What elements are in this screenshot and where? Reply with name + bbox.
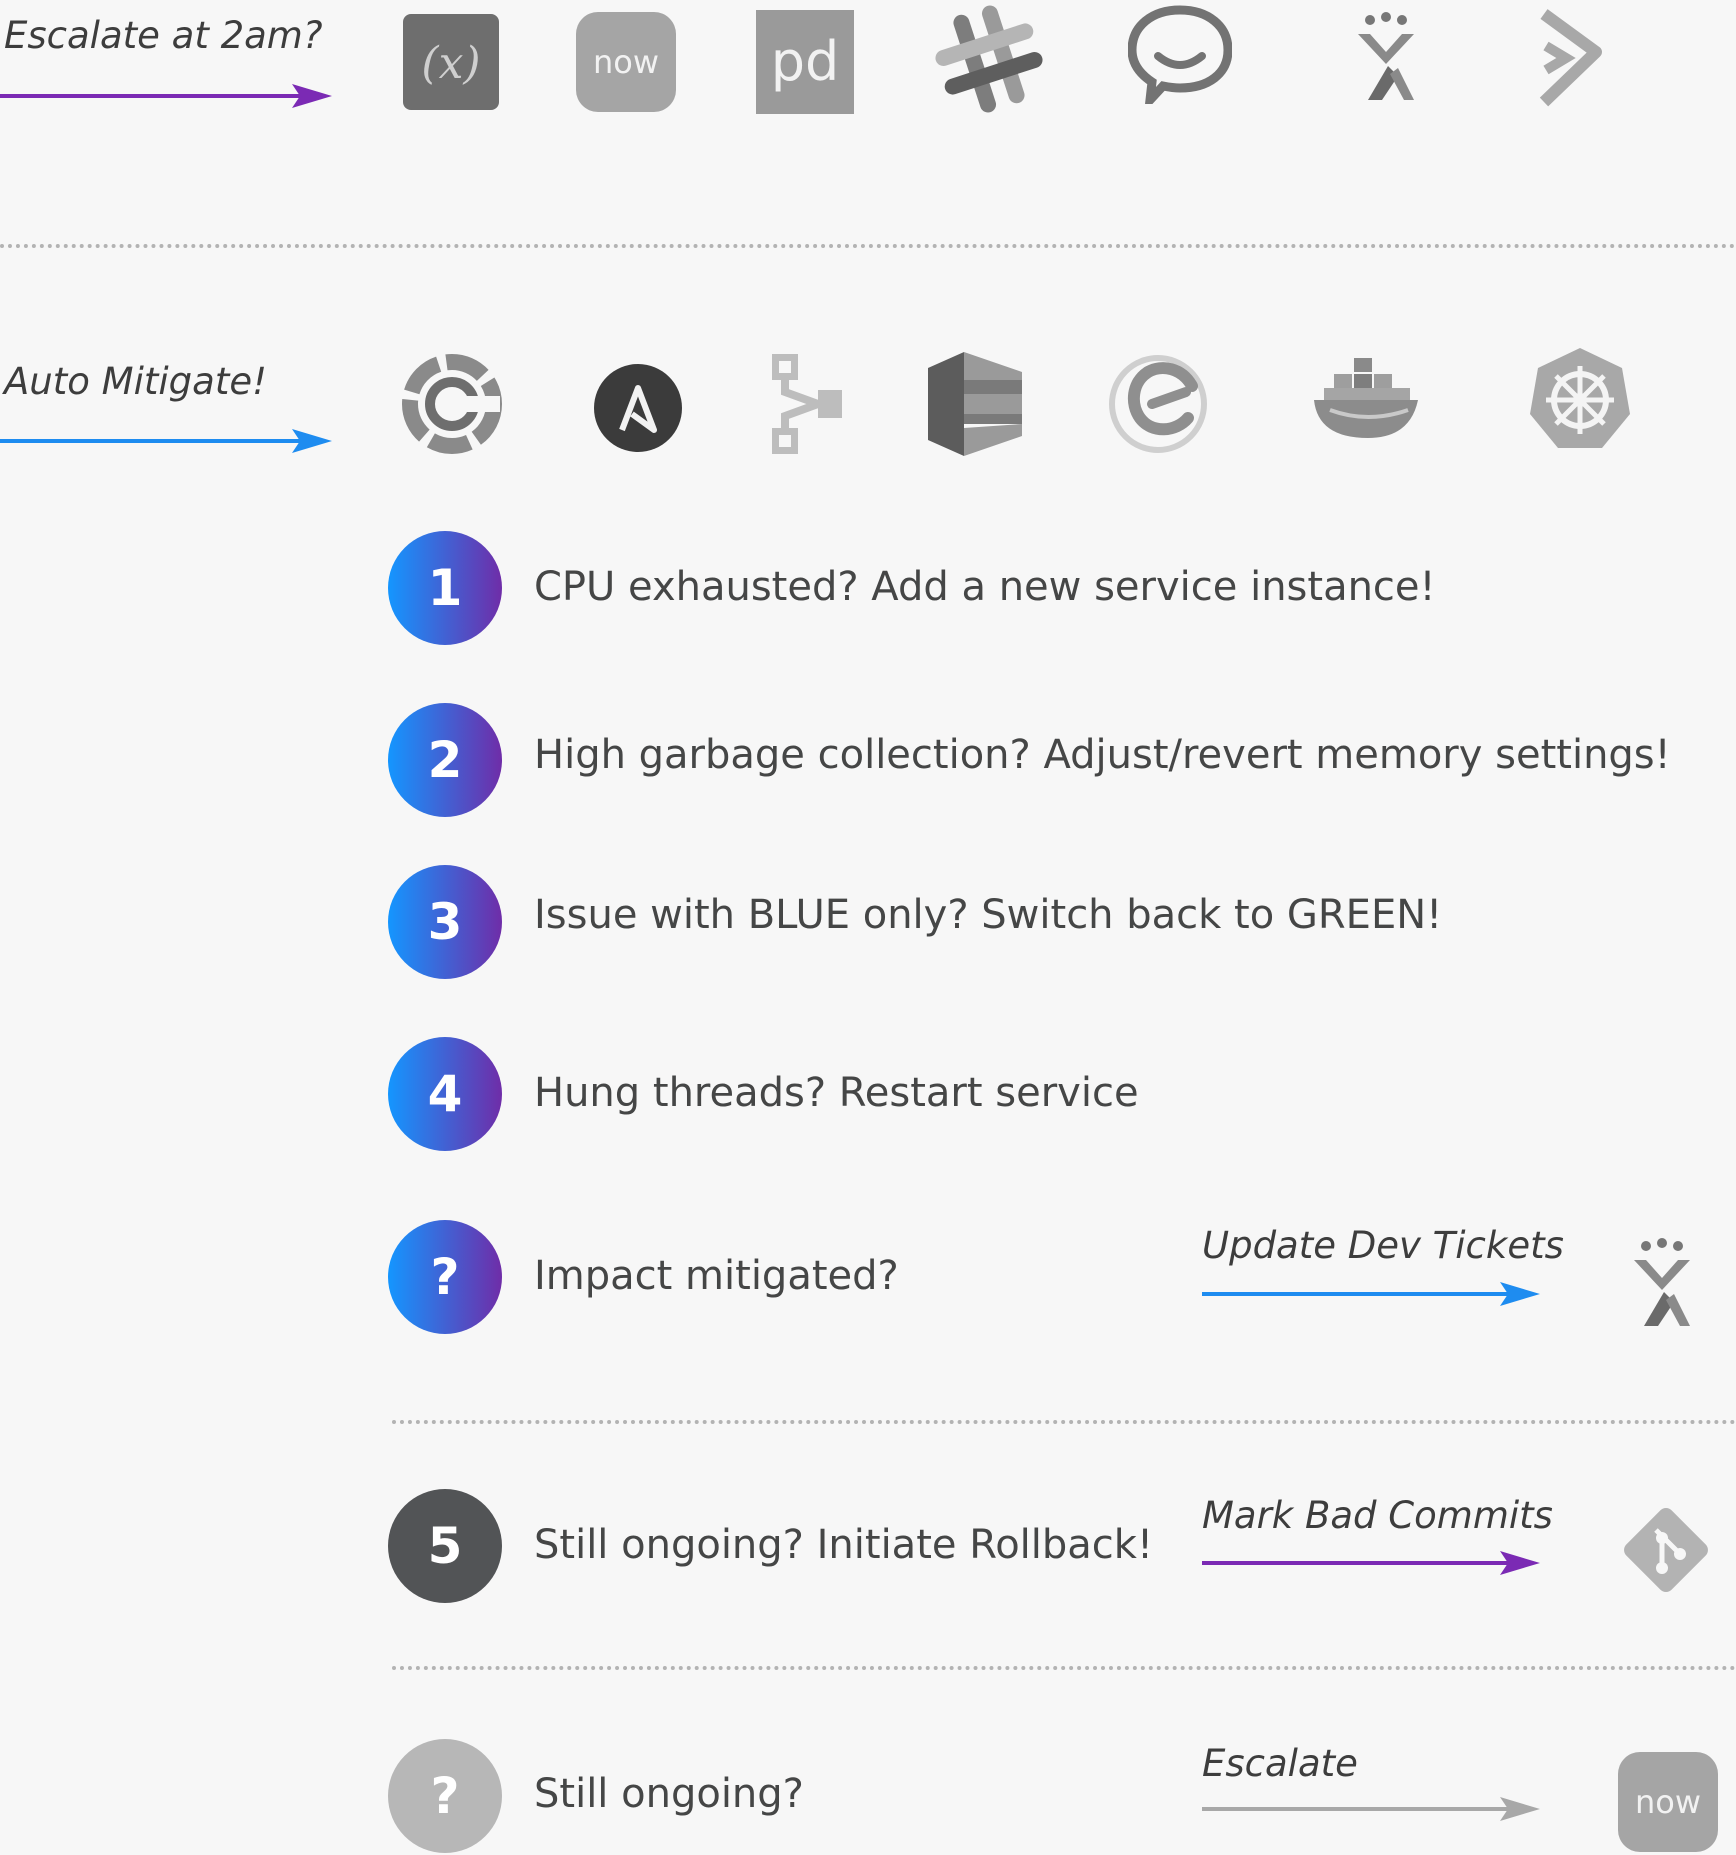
update-dev-tickets-arrow <box>1202 1282 1540 1312</box>
step-text: CPU exhausted? Add a new service instanc… <box>534 564 1436 610</box>
chef-icon <box>400 352 504 456</box>
aws-codedeploy-icon <box>928 350 1022 458</box>
step-text: Still ongoing? Initiate Rollback! <box>534 1522 1153 1568</box>
electriccloud-icon <box>1104 352 1216 456</box>
step-badge: 5 <box>388 1489 502 1603</box>
step-text: Impact mitigated? <box>534 1253 899 1299</box>
svg-text:now: now <box>1635 1783 1701 1821</box>
mitigate-label: Auto Mitigate! <box>4 360 267 403</box>
jira-icon <box>1626 1236 1698 1332</box>
svg-text:pd: pd <box>771 30 840 93</box>
escalate-arrow <box>0 84 332 114</box>
update-dev-tickets-label: Update Dev Tickets <box>1202 1224 1564 1267</box>
step-badge: 3 <box>388 865 502 979</box>
mitigate-arrow <box>0 429 332 459</box>
step-badge: ? <box>388 1220 502 1334</box>
escalate-label: Escalate at 2am? <box>4 14 323 57</box>
section-divider <box>0 244 1736 248</box>
escalate-action-arrow <box>1202 1797 1540 1827</box>
step-badge: 4 <box>388 1037 502 1151</box>
servicenow-icon: now <box>1616 1750 1720 1854</box>
ansible-icon <box>592 362 684 454</box>
step-badge: 1 <box>388 531 502 645</box>
kubernetes-icon <box>1526 344 1634 452</box>
hipchat-icon <box>1128 4 1232 104</box>
step-badge: 2 <box>388 703 502 817</box>
pagerduty-icon: pd <box>756 10 854 114</box>
escalate-action-label: Escalate <box>1202 1742 1358 1785</box>
step-badge: ? <box>388 1739 502 1853</box>
git-icon <box>1616 1500 1716 1600</box>
slack-icon <box>934 4 1044 114</box>
docker-icon <box>1310 350 1424 446</box>
pipeline-icon <box>770 352 844 456</box>
servicenow-icon: now <box>574 10 678 114</box>
section-divider <box>392 1666 1736 1670</box>
section-divider <box>392 1420 1736 1424</box>
mark-bad-commits-label: Mark Bad Commits <box>1202 1494 1553 1537</box>
xmatters-icon: (x) <box>401 12 501 112</box>
mark-bad-commits-arrow <box>1202 1551 1540 1581</box>
victorops-icon <box>1536 8 1604 108</box>
step-text: Still ongoing? <box>534 1771 804 1817</box>
svg-text:now: now <box>593 43 659 81</box>
step-text: Hung threads? Restart service <box>534 1070 1139 1116</box>
svg-text:(x): (x) <box>421 38 480 89</box>
step-text: High garbage collection? Adjust/revert m… <box>534 732 1671 778</box>
jira-icon <box>1350 12 1422 104</box>
step-text: Issue with BLUE only? Switch back to GRE… <box>534 892 1443 938</box>
